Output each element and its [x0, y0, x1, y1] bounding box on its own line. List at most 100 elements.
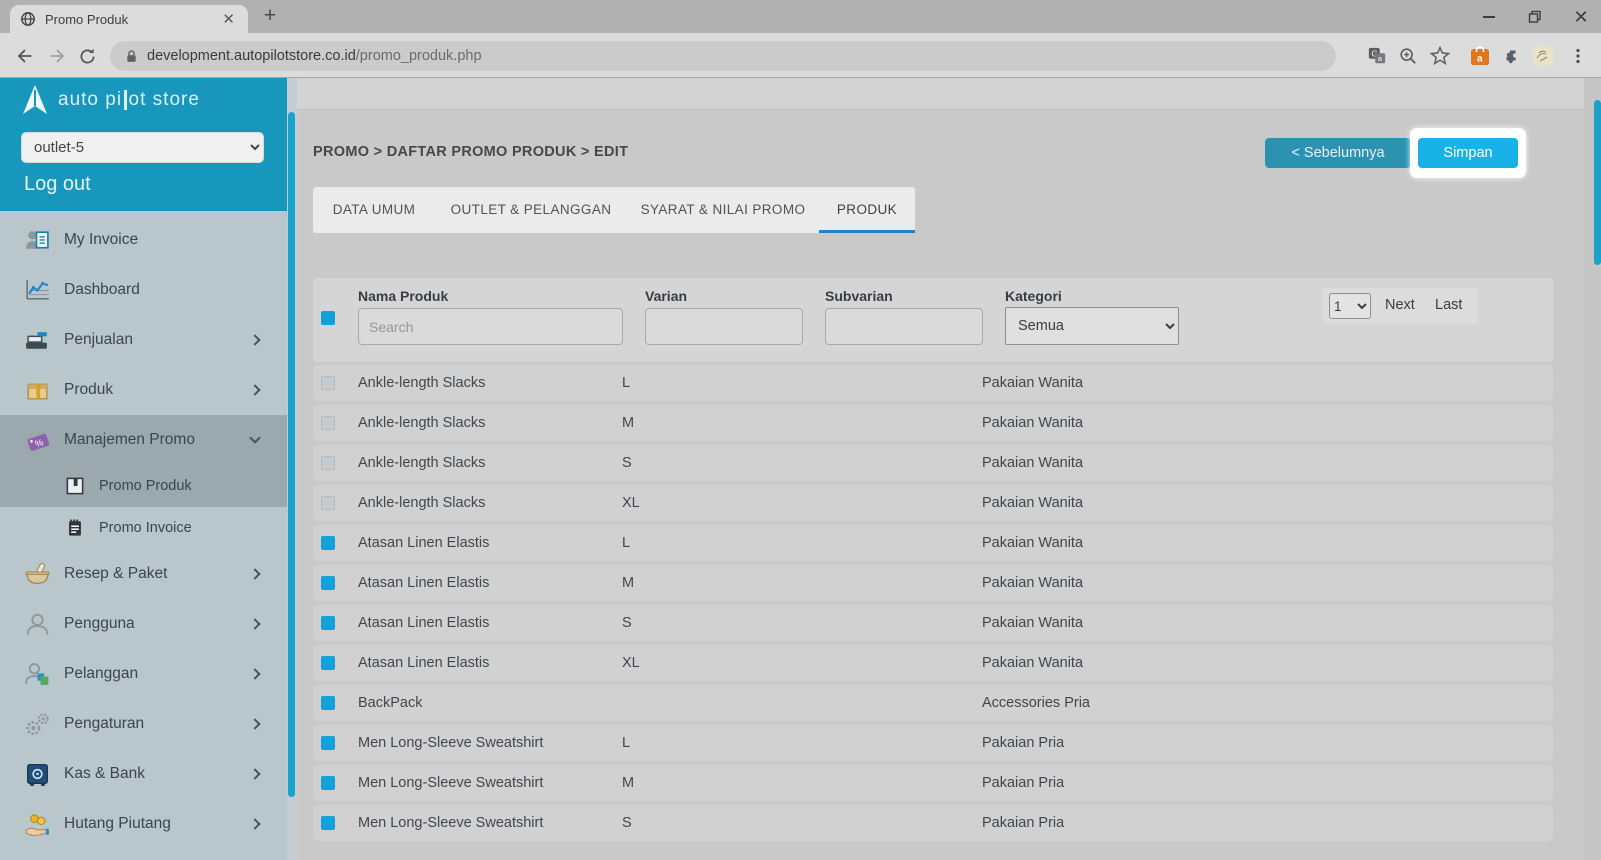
box-outline-icon	[64, 475, 86, 497]
promo-tag-icon: %	[24, 427, 51, 454]
table-row[interactable]: Atasan Linen Elastis L Pakaian Wanita	[313, 525, 1553, 561]
sidebar-item-penjualan[interactable]: Penjualan	[0, 315, 287, 365]
sidebar-item-manajemen-promo[interactable]: % Manajemen Promo	[0, 415, 287, 465]
row-checkbox[interactable]	[321, 736, 335, 750]
browser-tab[interactable]: Promo Produk ✕	[10, 5, 248, 33]
sidebar-item-hutang-piutang[interactable]: Hutang Piutang	[0, 799, 287, 849]
sidebar-item-pengguna[interactable]: Pengguna	[0, 599, 287, 649]
zoom-icon[interactable]	[1396, 44, 1420, 68]
sidebar-item-produk[interactable]: Produk	[0, 365, 287, 415]
row-checkbox[interactable]	[321, 696, 335, 710]
address-bar[interactable]: development.autopilotstore.co.id/promo_p…	[110, 41, 1336, 71]
row-checkbox[interactable]	[321, 496, 335, 510]
browser-toolbar: development.autopilotstore.co.id/promo_p…	[0, 33, 1601, 78]
sidebar-item-dashboard[interactable]: Dashboard	[0, 265, 287, 315]
table-row[interactable]: Men Long-Sleeve Sweatshirt L Pakaian Pri…	[313, 725, 1553, 761]
shop-extension-icon[interactable]: a	[1468, 44, 1492, 68]
translate-icon[interactable]: Ga	[1365, 44, 1389, 68]
new-tab-button[interactable]: +	[256, 2, 284, 30]
sidebar-item-promo-produk[interactable]: Promo Produk	[0, 465, 287, 507]
restore-button[interactable]	[1525, 7, 1545, 27]
forward-button[interactable]	[44, 43, 70, 69]
back-button[interactable]	[12, 43, 38, 69]
tab-data-umum[interactable]: DATA UMUM	[313, 187, 435, 233]
promo-tabs: DATA UMUM OUTLET & PELANGGAN SYARAT & NI…	[313, 187, 915, 233]
column-header-varian: Varian	[645, 288, 687, 304]
subvarian-filter-input[interactable]	[825, 308, 983, 345]
page-select[interactable]: 1	[1329, 293, 1371, 319]
tab-syarat-nilai-promo[interactable]: SYARAT & NILAI PROMO	[627, 187, 819, 233]
column-header-kategori: Kategori	[1005, 288, 1062, 304]
table-row[interactable]: Atasan Linen Elastis S Pakaian Wanita	[313, 605, 1553, 641]
tab-produk[interactable]: PRODUK	[819, 187, 915, 233]
table-filter-header: Nama Produk Varian Subvarian Kategori Se…	[313, 278, 1553, 362]
close-button[interactable]: ✕	[1571, 7, 1591, 27]
tab-close-icon[interactable]: ✕	[219, 12, 238, 27]
cell-kategori: Pakaian Wanita	[982, 615, 1553, 631]
sidebar-scrollbar-thumb[interactable]	[288, 112, 295, 797]
cell-varian: XL	[622, 655, 802, 671]
varian-filter-input[interactable]	[645, 308, 803, 345]
chart-icon	[24, 277, 51, 304]
row-checkbox[interactable]	[321, 816, 335, 830]
mortar-icon	[24, 561, 51, 588]
select-all-checkbox[interactable]	[321, 311, 335, 325]
minimize-button[interactable]	[1479, 7, 1499, 27]
extensions-puzzle-icon[interactable]	[1500, 44, 1524, 68]
outlet-select[interactable]: outlet-5	[21, 132, 264, 163]
user-icon	[24, 611, 51, 638]
table-row[interactable]: BackPack Accessories Pria	[313, 685, 1553, 721]
reload-button[interactable]	[74, 43, 100, 69]
table-row[interactable]: Men Long-Sleeve Sweatshirt S Pakaian Pri…	[313, 805, 1553, 841]
row-checkbox[interactable]	[321, 536, 335, 550]
sidebar-item-pengaturan[interactable]: Pengaturan	[0, 699, 287, 749]
chevron-icon	[249, 668, 260, 679]
row-checkbox[interactable]	[321, 616, 335, 630]
logout-link[interactable]: Log out	[24, 173, 91, 196]
sidebar-item-pelanggan[interactable]: Pelanggan	[0, 649, 287, 699]
row-checkbox[interactable]	[321, 776, 335, 790]
cell-nama-produk: BackPack	[358, 695, 622, 711]
sidebar-header: auto piot store outlet-5 Log out	[0, 78, 287, 211]
nama-produk-search-input[interactable]	[358, 308, 623, 345]
tab-outlet-pelanggan[interactable]: OUTLET & PELANGGAN	[435, 187, 627, 233]
row-checkbox[interactable]	[321, 656, 335, 670]
cell-varian: M	[622, 575, 802, 591]
sidebar-item-promo-invoice[interactable]: Promo Invoice	[0, 507, 287, 549]
table-row[interactable]: Ankle-length Slacks S Pakaian Wanita	[313, 445, 1553, 481]
table-row[interactable]: Men Long-Sleeve Sweatshirt M Pakaian Pri…	[313, 765, 1553, 801]
brand-text: auto piot store	[58, 89, 200, 111]
sidebar-scrollbar[interactable]	[287, 78, 297, 860]
menu-dots-icon[interactable]	[1566, 44, 1590, 68]
chevron-icon	[249, 818, 260, 829]
save-button[interactable]: Simpan	[1418, 138, 1518, 168]
row-checkbox[interactable]	[321, 376, 335, 390]
previous-button[interactable]: < Sebelumnya	[1265, 138, 1411, 168]
kategori-select[interactable]: Semua	[1005, 307, 1179, 345]
sidebar-item-kas-bank[interactable]: Kas & Bank	[0, 749, 287, 799]
page-scrollbar[interactable]	[1584, 78, 1601, 860]
sidebar-menu: My Invoice Dashboard Penjualan Produk %	[0, 211, 287, 849]
table-row[interactable]: Ankle-length Slacks XL Pakaian Wanita	[313, 485, 1553, 521]
row-checkbox[interactable]	[321, 576, 335, 590]
cell-kategori: Pakaian Wanita	[982, 575, 1553, 591]
last-page-link[interactable]: Last	[1435, 297, 1462, 313]
table-row[interactable]: Atasan Linen Elastis XL Pakaian Wanita	[313, 645, 1553, 681]
sidebar-item-resep-paket[interactable]: Resep & Paket	[0, 549, 287, 599]
table-row[interactable]: Ankle-length Slacks M Pakaian Wanita	[313, 405, 1553, 441]
breadcrumb: PROMO > DAFTAR PROMO PRODUK > EDIT	[313, 144, 628, 160]
cell-kategori: Pakaian Wanita	[982, 495, 1553, 511]
cell-varian: M	[622, 775, 802, 791]
table-row[interactable]: Ankle-length Slacks L Pakaian Wanita	[313, 365, 1553, 401]
profile-avatar[interactable]	[1531, 44, 1555, 68]
cell-varian: M	[622, 415, 802, 431]
row-checkbox[interactable]	[321, 416, 335, 430]
sidebar-item-my-invoice[interactable]: My Invoice	[0, 215, 287, 265]
next-page-link[interactable]: Next	[1385, 297, 1415, 313]
table-row[interactable]: Atasan Linen Elastis M Pakaian Wanita	[313, 565, 1553, 601]
bookmark-star-icon[interactable]	[1428, 44, 1452, 68]
cell-kategori: Pakaian Pria	[982, 735, 1553, 751]
row-checkbox[interactable]	[321, 456, 335, 470]
page-scrollbar-thumb[interactable]	[1594, 100, 1601, 265]
chevron-icon	[249, 718, 260, 729]
